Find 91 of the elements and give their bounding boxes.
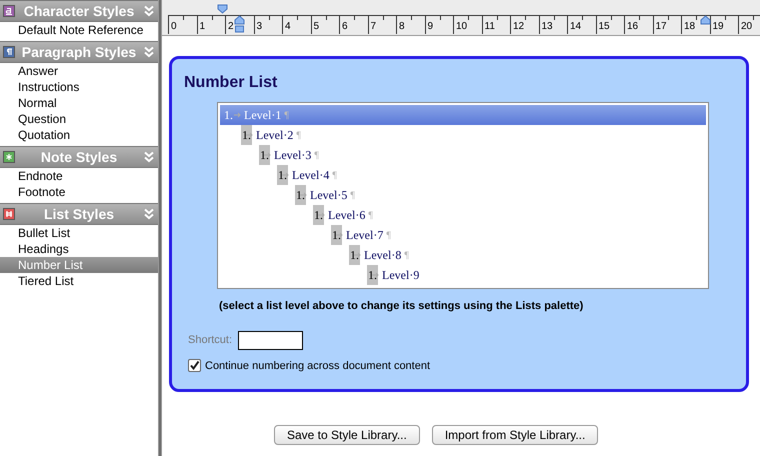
ruler-number: 7 <box>370 21 376 33</box>
ruler-number: 11 <box>484 21 495 33</box>
list-level-row[interactable]: 1. Level·5 ¶ <box>292 185 706 205</box>
ruler-number: 4 <box>285 21 291 33</box>
shortcut-field[interactable] <box>238 330 304 350</box>
level-text: Level·4 <box>292 167 330 184</box>
ruler-number: 1 <box>200 21 206 33</box>
ruler-number: 10 <box>456 21 468 33</box>
list-level-row[interactable]: 1. Level·7 ¶ <box>328 225 706 245</box>
style-item[interactable]: Endnote <box>0 168 158 184</box>
ruler-number: 3 <box>256 21 262 33</box>
level-text: Level·8 <box>364 247 402 264</box>
pilcrow-mark: ¶ <box>296 128 301 142</box>
list-number: 1. <box>295 185 306 205</box>
ruler-number: 16 <box>627 21 638 33</box>
pilcrow-mark: ¶ <box>404 248 409 262</box>
pilcrow-mark: ¶ <box>386 228 391 242</box>
section-title: Note Styles <box>40 148 118 167</box>
panel-title: Number List <box>184 73 278 93</box>
list-level-row[interactable]: 1. Level·6 ¶ <box>310 205 706 225</box>
list-number: 1. <box>313 205 324 225</box>
level-text: Level·2 <box>256 127 294 144</box>
level-text: Level·6 <box>328 207 366 224</box>
list-level-row[interactable]: 1. Level·9 <box>364 265 706 285</box>
collapse-chevron-icon[interactable] <box>143 5 155 17</box>
style-item[interactable]: Answer <box>0 63 158 79</box>
list-level-row[interactable]: 1. Level·3 ¶ <box>256 145 706 165</box>
list-level-row[interactable]: 1. Level·2 ¶ <box>238 125 706 145</box>
style-item[interactable]: Tiered List <box>0 273 158 289</box>
style-item[interactable]: Footnote <box>0 184 158 200</box>
ruler-number: 20 <box>741 21 752 33</box>
list-number: 1. <box>277 165 288 185</box>
collapse-chevron-icon[interactable] <box>143 208 155 220</box>
ruler-number: 14 <box>570 21 582 33</box>
ruler-number: 13 <box>542 21 553 33</box>
list-number: 1. <box>349 245 360 265</box>
ruler-number: 5 <box>314 21 320 33</box>
ruler-number: 9 <box>428 21 434 33</box>
ruler-number: 15 <box>598 21 610 33</box>
level-text: Level·5 <box>310 187 348 204</box>
section-title: List Styles <box>42 204 116 224</box>
style-type-icon <box>3 208 15 220</box>
pilcrow-mark: ¶ <box>332 168 337 182</box>
list-number: 1. <box>223 107 234 124</box>
library-button[interactable]: Save to Style Library... <box>274 425 420 445</box>
level-text: Level·7 <box>346 227 384 244</box>
list-number: 1. <box>241 125 252 145</box>
ruler-number: 0 <box>171 21 177 33</box>
list-number: 1. <box>331 225 342 245</box>
level-text: Level·3 <box>274 147 312 164</box>
ruler-number: 19 <box>712 21 724 33</box>
pilcrow-mark: ¶ <box>368 208 373 222</box>
hint-text: (select a list level above to change its settings using the Lists palette) <box>219 299 584 314</box>
ruler-number: 12 <box>513 21 524 33</box>
ruler-number: 8 <box>399 21 405 33</box>
style-item[interactable]: Bullet List <box>0 225 158 241</box>
pilcrow-mark: ¶ <box>350 188 355 202</box>
section-title: Character Styles <box>22 2 136 21</box>
style-type-icon <box>3 46 15 58</box>
style-type-icon <box>3 151 15 163</box>
style-item[interactable]: Headings <box>0 241 158 257</box>
style-item[interactable]: Question <box>0 111 158 127</box>
ruler-number: 6 <box>342 21 348 33</box>
pilcrow-mark: ¶ <box>284 108 289 122</box>
level-text: Level·9 <box>382 267 420 284</box>
ruler-number: 2 <box>228 21 234 33</box>
left-indent-marker-icon[interactable] <box>234 15 245 33</box>
shortcut-label: Shortcut: <box>188 332 232 348</box>
section-title: Paragraph Styles <box>20 42 138 62</box>
first-indent-marker-icon[interactable] <box>217 4 228 14</box>
checkbox[interactable] <box>188 359 201 372</box>
style-type-icon <box>3 5 15 17</box>
collapse-chevron-icon[interactable] <box>143 46 155 58</box>
ruler-number: 18 <box>684 21 696 33</box>
style-item[interactable]: Default Note Reference <box>0 22 158 38</box>
style-item[interactable]: Quotation <box>0 127 158 143</box>
style-item[interactable]: Instructions <box>0 79 158 95</box>
style-item[interactable]: Normal <box>0 95 158 111</box>
level-text: Level·1 <box>244 107 282 124</box>
list-number: 1. <box>367 265 378 285</box>
collapse-chevron-icon[interactable] <box>143 151 155 163</box>
right-indent-marker-icon[interactable] <box>700 15 711 25</box>
list-level-row[interactable]: 1. Level·4 ¶ <box>274 165 706 185</box>
library-button[interactable]: Import from Style Library... <box>432 425 598 445</box>
list-number: 1. <box>259 145 270 165</box>
checkbox-label: Continue numbering across document content <box>205 358 430 374</box>
tab-arrow-icon <box>234 112 242 118</box>
ruler-number: 17 <box>656 21 667 33</box>
list-level-row[interactable]: 1. Level·8 ¶ <box>346 245 706 265</box>
pilcrow-mark: ¶ <box>314 148 319 162</box>
style-item[interactable]: Number List <box>0 257 158 273</box>
